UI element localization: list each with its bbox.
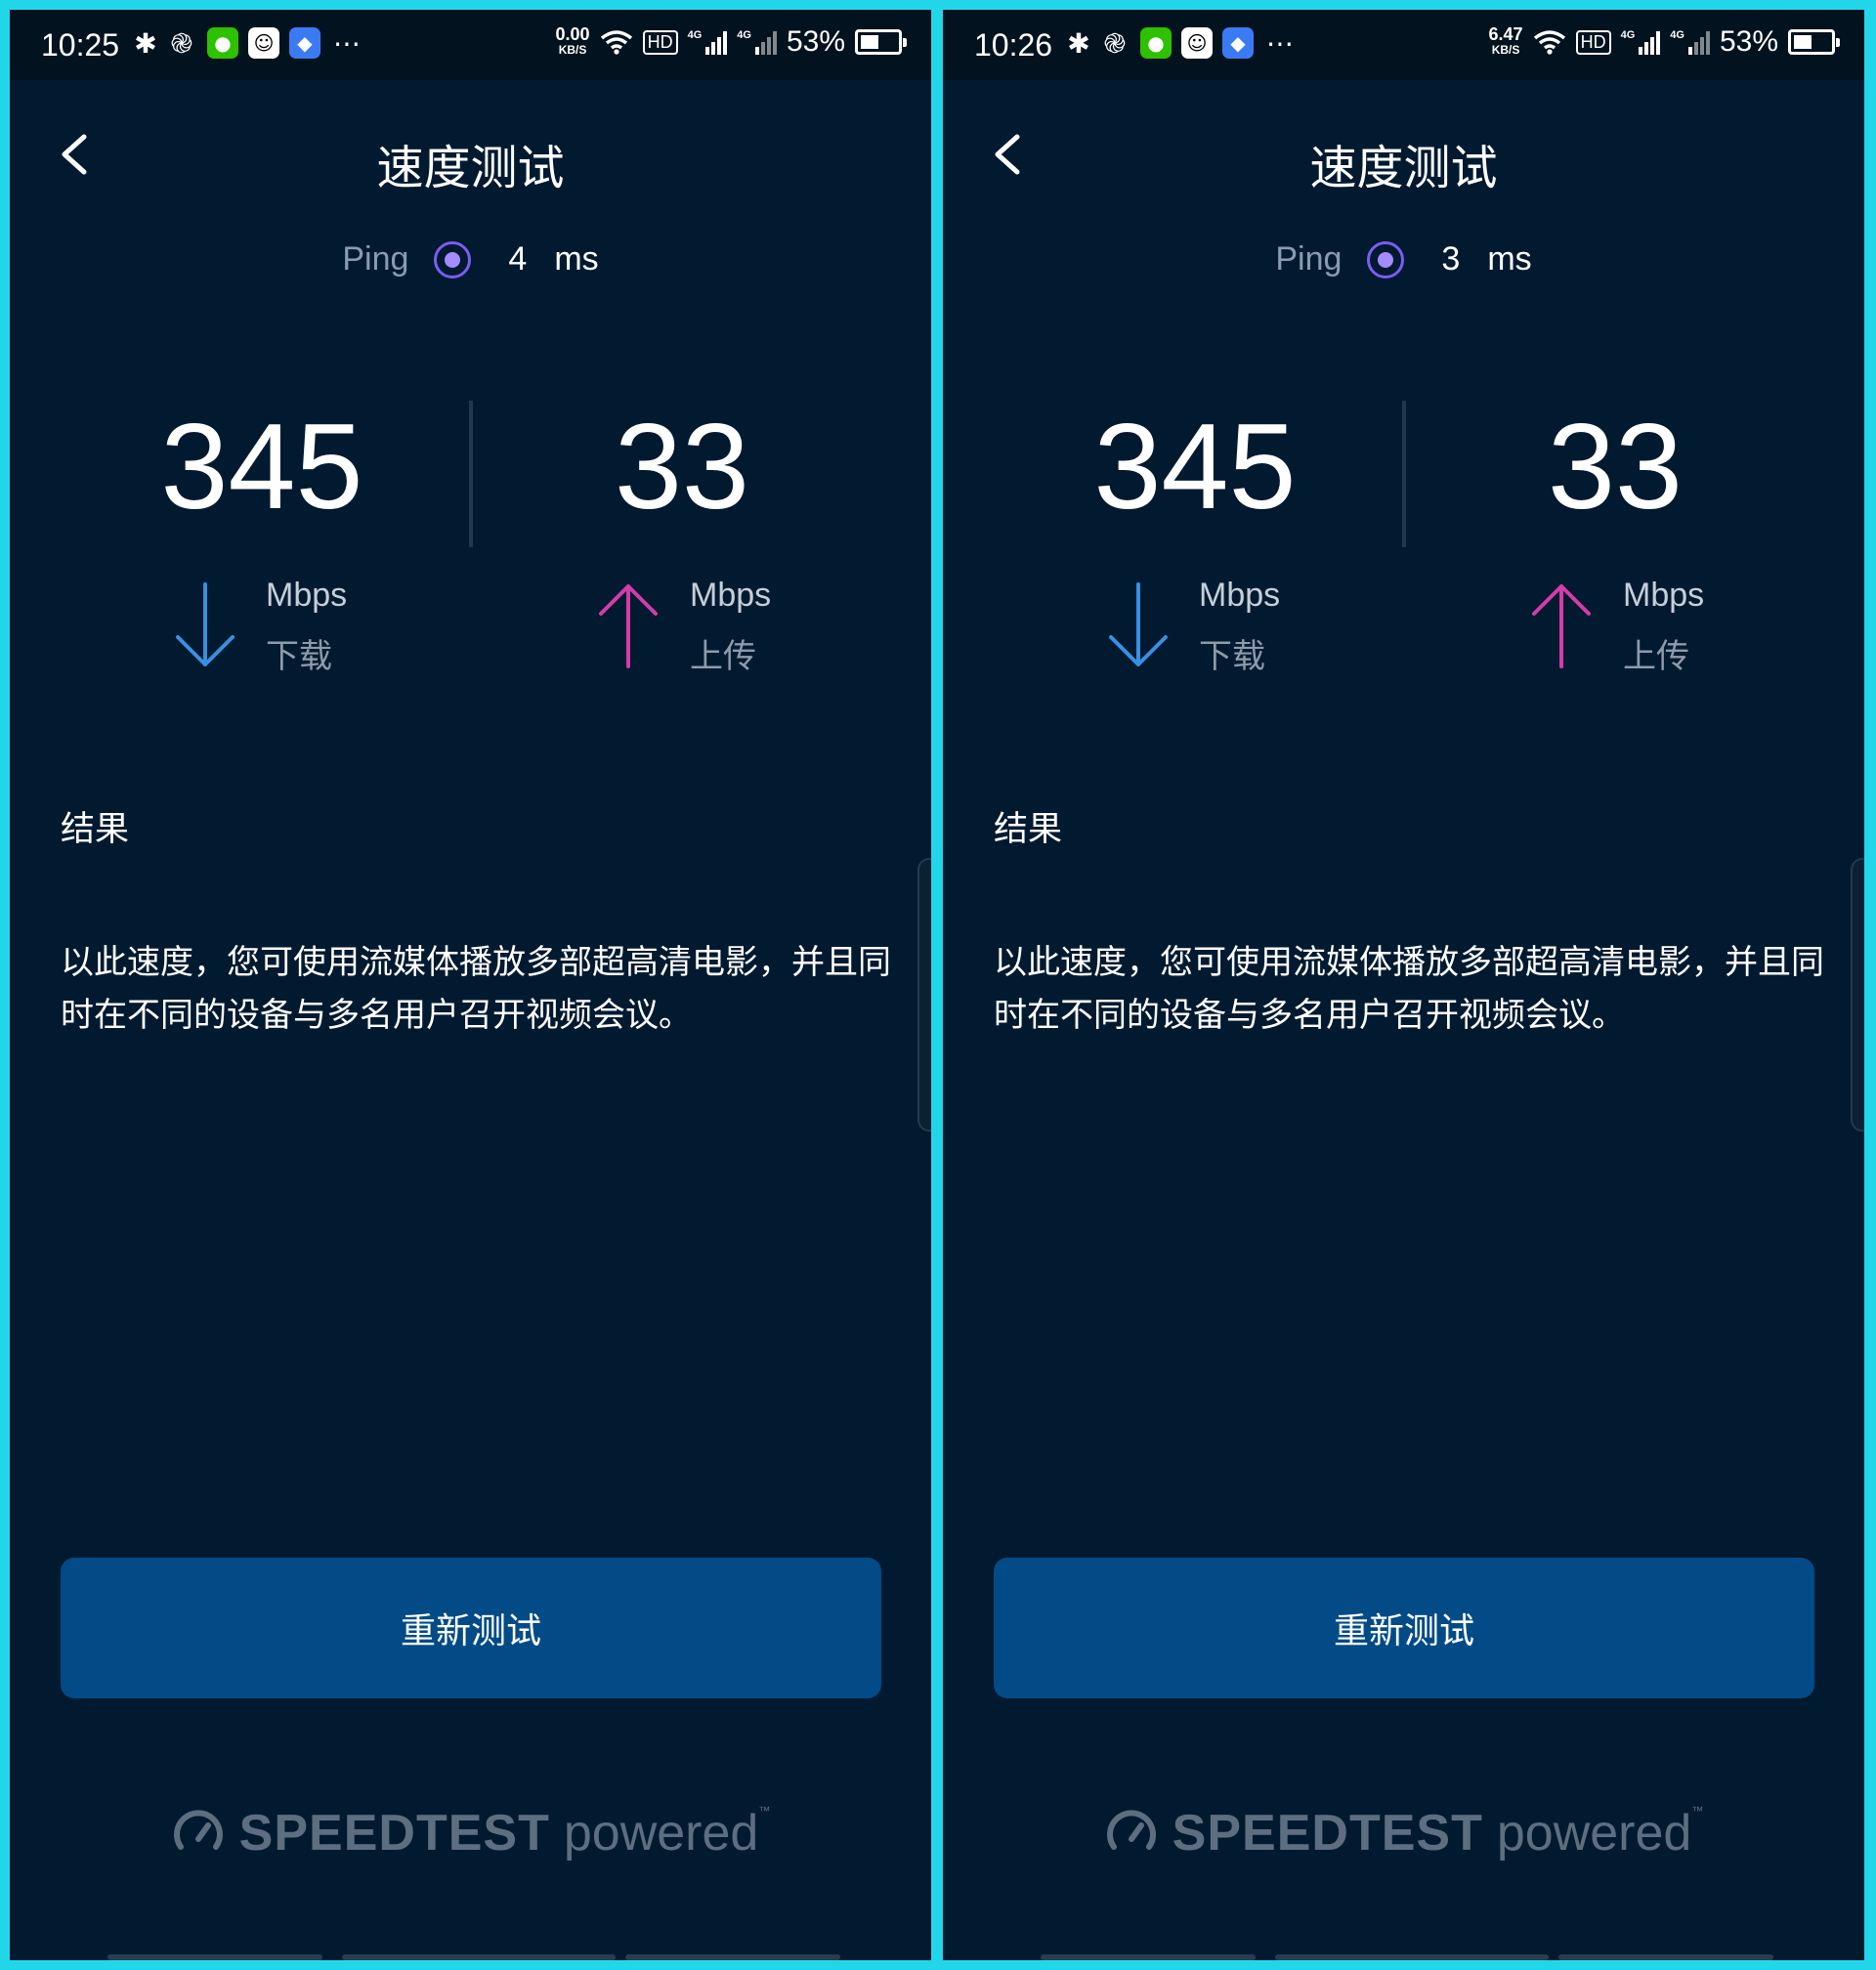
status-time: 10:26: [974, 27, 1053, 63]
upload-speed: 33: [1548, 400, 1683, 535]
page-title: 速度测试: [376, 141, 565, 195]
phone-screen-right: 10:26 ✱ ֎ ● ☺ ◆ ⋯ 6.47 KB/S HD 4G 4G 53% …: [943, 10, 1864, 1960]
ping-label: Ping: [1275, 240, 1343, 278]
upload-unit: Mbps: [690, 577, 772, 614]
download-speed: 345: [1093, 400, 1297, 535]
ping-unit: ms: [554, 240, 599, 278]
wechat-icon: ●: [1140, 27, 1172, 59]
result-heading: 结果: [994, 810, 1063, 849]
shield-icon: ◆: [1222, 27, 1254, 59]
signal-icon: 4G: [737, 29, 777, 55]
result-description: 以此速度，您可使用流媒体播放多部超高清电影，并且同时在不同的设备与多名用户召开视…: [994, 943, 1824, 1035]
battery-percent: 53%: [1719, 25, 1778, 58]
upload-unit: Mbps: [1623, 577, 1705, 614]
status-bar: 10:25 ✱ ֎ ● ☺ ◆ ⋯ 0.00 KB/S HD 4G 4G 53%: [10, 10, 931, 80]
ping-icon: [434, 240, 472, 278]
download-label: 下载: [266, 637, 332, 676]
upload-label: 上传: [690, 637, 756, 676]
system-status: 0.00 KB/S HD 4G 4G 53%: [555, 24, 907, 59]
net-speed: 6.47 KB/S: [1488, 24, 1523, 57]
signal-icon: 4G: [1621, 29, 1661, 55]
download-unit: Mbps: [266, 577, 348, 614]
status-time: 10:25: [41, 27, 120, 63]
bluetooth-icon: ✱: [134, 26, 157, 60]
bottom-nav-hint: [10, 1954, 931, 1960]
battery-icon: [1788, 29, 1840, 55]
download-label: 下载: [1199, 637, 1265, 676]
wifi-icon: [600, 30, 632, 55]
brand-suffix: powered™: [563, 1804, 771, 1862]
qq-icon: ☺: [1181, 27, 1213, 59]
ping-value: 4: [508, 240, 528, 278]
speedtest-brand: SPEEDTEST powered™: [943, 1804, 1864, 1863]
result-description: 以此速度，您可使用流媒体播放多部超高清电影，并且同时在不同的设备与多名用户召开视…: [61, 943, 891, 1035]
bluetooth-icon: ✱: [1067, 26, 1090, 60]
ping-icon: [1367, 240, 1405, 278]
result-heading: 结果: [61, 810, 130, 849]
download-arrow-icon: [176, 582, 234, 666]
upload-arrow-icon: [599, 584, 658, 668]
speedtest-brand: SPEEDTEST powered™: [10, 1804, 931, 1863]
side-drawer-handle[interactable]: [917, 858, 931, 1132]
brand-name: SPEEDTEST: [1172, 1805, 1483, 1862]
more-icon: ⋯: [1266, 26, 1294, 60]
more-icon: ⋯: [333, 26, 361, 60]
brand-name: SPEEDTEST: [238, 1805, 550, 1862]
ping-unit: ms: [1487, 240, 1532, 278]
upload-label: 上传: [1623, 637, 1689, 676]
download-speed: 345: [160, 400, 363, 535]
upload-arrow-icon: [1532, 584, 1591, 668]
hd-icon: HD: [642, 29, 678, 55]
page-title: 速度测试: [1309, 141, 1498, 195]
retest-button[interactable]: 重新测试: [61, 1558, 881, 1698]
download-unit: Mbps: [1199, 577, 1281, 614]
qq-icon: ☺: [248, 27, 279, 59]
battery-icon: [855, 29, 907, 55]
system-status: 6.47 KB/S HD 4G 4G 53%: [1488, 24, 1840, 59]
battery-percent: 53%: [786, 25, 845, 58]
net-speed: 0.00 KB/S: [555, 24, 590, 57]
swirl-app-icon: ֎: [170, 27, 193, 60]
speedometer-icon: [173, 1810, 223, 1850]
hd-icon: HD: [1575, 29, 1611, 55]
speedometer-icon: [1106, 1810, 1156, 1850]
notification-icons: ✱ ֎ ● ☺ ◆ ⋯: [134, 26, 362, 61]
retest-button[interactable]: 重新测试: [994, 1558, 1814, 1698]
swirl-app-icon: ֎: [1103, 27, 1127, 60]
signal-icon: 4G: [688, 29, 728, 55]
wechat-icon: ●: [207, 27, 238, 59]
ping-label: Ping: [342, 240, 409, 278]
ping-row: Ping 3 ms: [943, 240, 1864, 278]
speed-divider: [1402, 401, 1406, 547]
upload-speed: 33: [615, 400, 749, 535]
notification-icons: ✱ ֎ ● ☺ ◆ ⋯: [1067, 26, 1295, 61]
ping-row: Ping 4 ms: [10, 240, 931, 278]
shield-icon: ◆: [289, 27, 320, 59]
phone-screen-left: 10:25 ✱ ֎ ● ☺ ◆ ⋯ 0.00 KB/S HD 4G 4G 53% …: [10, 10, 931, 1960]
speed-divider: [469, 401, 473, 547]
status-bar: 10:26 ✱ ֎ ● ☺ ◆ ⋯ 6.47 KB/S HD 4G 4G 53%: [943, 10, 1864, 80]
bottom-nav-hint: [943, 1954, 1864, 1960]
wifi-icon: [1533, 30, 1565, 55]
brand-suffix: powered™: [1496, 1804, 1704, 1862]
download-arrow-icon: [1109, 582, 1168, 666]
ping-value: 3: [1441, 240, 1461, 278]
signal-icon: 4G: [1670, 29, 1710, 55]
side-drawer-handle[interactable]: [1851, 858, 1864, 1132]
